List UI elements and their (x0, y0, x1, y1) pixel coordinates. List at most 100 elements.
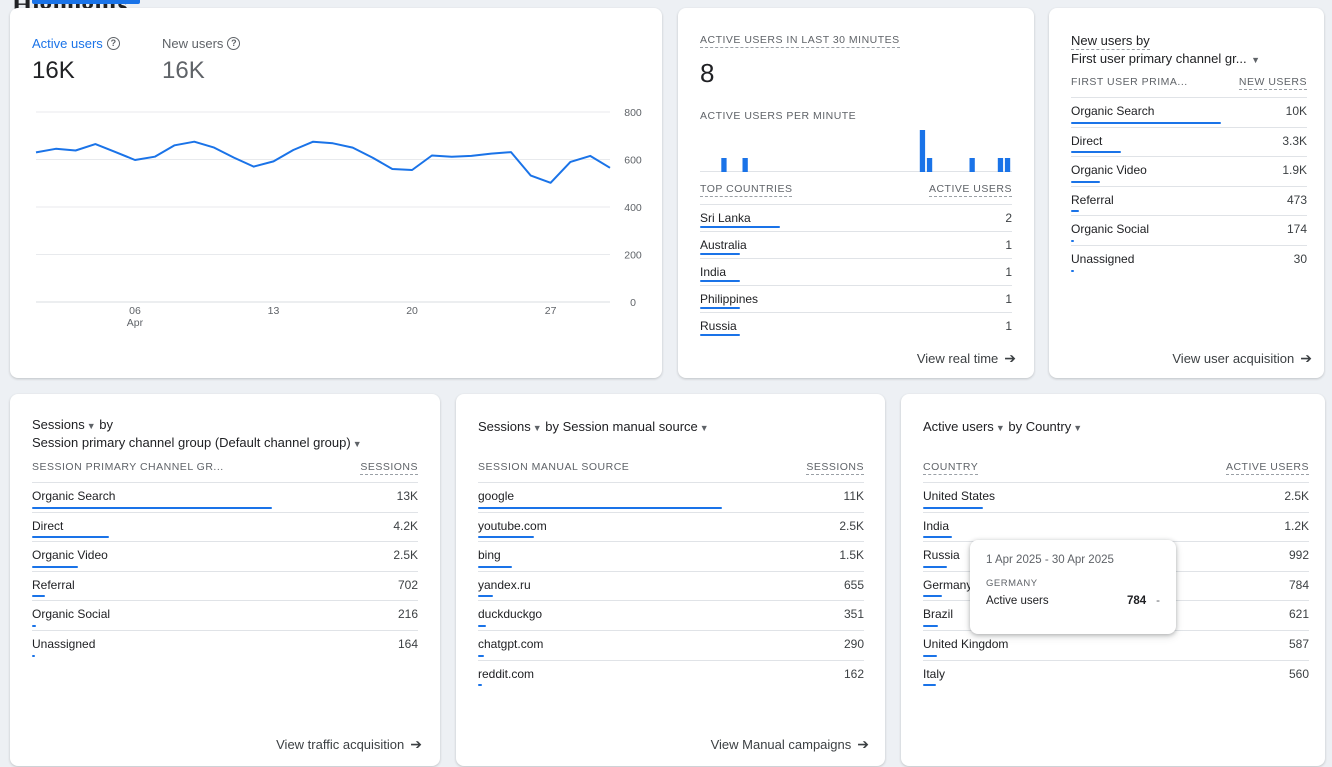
minute-bar[interactable] (997, 158, 1004, 172)
dropdown-icon[interactable]: ▼ (1249, 55, 1260, 65)
table-row[interactable]: duckduckgo 351 (478, 600, 864, 630)
table-row[interactable]: United Kingdom 587 (923, 629, 1309, 660)
view-traffic-acquisition-link[interactable]: View traffic acquisition ➔ (276, 736, 422, 753)
table-row[interactable]: Direct 3.3K (1071, 126, 1307, 157)
row-value: 162 (843, 666, 864, 681)
column-header-dimension[interactable]: SESSION PRIMARY CHANNEL GR... (32, 461, 224, 475)
new-users-title[interactable]: New users by (1071, 33, 1150, 50)
row-value: 992 (1288, 548, 1309, 563)
dimension-selector[interactable]: by Session manual source (545, 419, 697, 434)
dropdown-icon[interactable]: ▼ (87, 421, 96, 431)
dimension-selector[interactable]: by Country (1008, 419, 1071, 434)
y-tick-label: 200 (624, 250, 642, 262)
table-row[interactable]: Australia 1 (700, 231, 1012, 258)
dropdown-icon[interactable]: ▼ (353, 439, 362, 449)
column-header-country[interactable]: TOP COUNTRIES (700, 183, 793, 197)
minute-bar[interactable] (969, 158, 975, 172)
minute-bar[interactable] (919, 130, 926, 172)
series-line-active-users[interactable] (35, 140, 611, 184)
row-value: 1.5K (839, 548, 864, 563)
table-row[interactable]: United States 2.5K (923, 482, 1309, 512)
row-value: 784 (1288, 577, 1309, 592)
column-header-dimension[interactable]: FIRST USER PRIMA... (1071, 76, 1188, 90)
table-row[interactable]: Referral 473 (1071, 185, 1307, 216)
view-manual-campaigns-label: View Manual campaigns (710, 737, 852, 752)
row-value: 2.5K (839, 518, 864, 533)
table-row[interactable]: reddit.com 162 (478, 659, 864, 690)
table-row[interactable]: Organic Search 10K (1071, 97, 1307, 127)
sessions-source-rows: google 11K youtube.com 2.5K bing 1.5K yandex.r… (478, 482, 864, 689)
table-row[interactable]: Organic Social 174 (1071, 215, 1307, 245)
minute-bar[interactable] (1004, 158, 1011, 172)
column-header-active-users[interactable]: ACTIVE USERS (928, 183, 1012, 197)
table-row[interactable]: Sri Lanka 2 (700, 204, 1012, 231)
row-value: 1 (1005, 238, 1012, 252)
row-value: 1 (1005, 265, 1012, 279)
table-row[interactable]: yandex.ru 655 (478, 570, 864, 601)
new-users-card: New users by First user primary channel … (1049, 8, 1324, 378)
row-label: Unassigned (32, 636, 96, 651)
sessions-source-card: Sessions ▼ by Session manual source ▼ SESS… (456, 394, 885, 766)
active-users-line-chart[interactable]: 0 200 400 600 800 06Apr 13 20 27 (10, 8, 662, 378)
view-manual-campaigns-link[interactable]: View Manual campaigns ➔ (711, 736, 869, 753)
tooltip-metric: Active users (986, 595, 1049, 607)
row-share-bar (478, 506, 722, 509)
row-value: 1.9K (1282, 163, 1307, 178)
row-value: 2.5K (1284, 489, 1309, 503)
row-share-bar (923, 536, 952, 539)
row-share-bar (700, 253, 740, 255)
dimension-selector[interactable]: Session primary channel group (Default c… (32, 435, 351, 450)
table-row[interactable]: Organic Video 1.9K (1071, 156, 1307, 186)
dropdown-icon[interactable]: ▼ (1073, 423, 1082, 433)
column-header-sessions[interactable]: SESSIONS (806, 461, 864, 475)
row-value: 290 (843, 636, 864, 651)
column-header-dimension[interactable]: SESSION MANUAL SOURCE (478, 461, 629, 475)
row-share-bar (478, 565, 513, 568)
table-row[interactable]: Direct 4.2K (32, 511, 418, 542)
table-row[interactable]: youtube.com 2.5K (478, 511, 864, 542)
table-row[interactable]: Referral 702 (32, 570, 418, 601)
table-row[interactable]: Organic Social 216 (32, 600, 418, 630)
dropdown-icon[interactable]: ▼ (533, 423, 542, 433)
metric-selector[interactable]: Sessions (478, 419, 531, 434)
view-real-time-link[interactable]: View real time ➔ (917, 350, 1016, 367)
table-row[interactable]: Organic Video 2.5K (32, 541, 418, 571)
table-row[interactable]: bing 1.5K (478, 541, 864, 571)
table-row[interactable]: Unassigned 164 (32, 629, 418, 660)
column-header-new-users[interactable]: NEW USERS (1238, 76, 1307, 90)
row-share-bar (1071, 121, 1221, 124)
country-tooltip: 1 Apr 2025 - 30 Apr 2025 GERMANY Active … (970, 540, 1176, 634)
row-share-bar (32, 624, 37, 627)
row-value: 1.2K (1284, 518, 1309, 533)
table-row[interactable]: India 1 (700, 258, 1012, 285)
table-row[interactable]: chatgpt.com 290 (478, 629, 864, 660)
realtime-rows: Sri Lanka 2 Australia 1 India 1 Philippines 1 Ru… (700, 204, 1012, 339)
new-users-table-header: FIRST USER PRIMA... NEW USERS (1071, 76, 1307, 90)
row-share-bar (478, 624, 486, 627)
minute-bar[interactable] (721, 158, 727, 172)
table-row[interactable]: Unassigned 30 (1071, 244, 1307, 275)
table-row[interactable]: Italy 560 (923, 659, 1309, 690)
column-header-sessions[interactable]: SESSIONS (360, 461, 418, 475)
row-value: 473 (1286, 192, 1307, 207)
dropdown-icon[interactable]: ▼ (700, 423, 709, 433)
view-user-acquisition-link[interactable]: View user acquisition ➔ (1172, 350, 1312, 367)
minute-bar[interactable] (742, 158, 748, 172)
row-share-bar (1071, 180, 1100, 183)
table-row[interactable]: India 1.2K (923, 511, 1309, 542)
dropdown-icon[interactable]: ▼ (996, 423, 1005, 433)
tooltip-country: GERMANY (986, 578, 1038, 589)
per-minute-bar-chart[interactable] (700, 128, 1012, 172)
column-header-active-users[interactable]: ACTIVE USERS (1225, 461, 1309, 475)
table-row[interactable]: Philippines 1 (700, 285, 1012, 312)
minute-bar[interactable] (926, 158, 933, 172)
column-header-country[interactable]: COUNTRY (923, 461, 979, 475)
row-value: 351 (843, 607, 864, 622)
per-minute-label: ACTIVE USERS PER MINUTE (700, 110, 857, 122)
metric-selector[interactable]: Active users (923, 419, 994, 434)
dimension-selector[interactable]: First user primary channel gr... (1071, 51, 1247, 66)
table-row[interactable]: google 11K (478, 482, 864, 512)
table-row[interactable]: Russia 1 (700, 312, 1012, 339)
metric-selector[interactable]: Sessions (32, 417, 85, 432)
table-row[interactable]: Organic Search 13K (32, 482, 418, 512)
